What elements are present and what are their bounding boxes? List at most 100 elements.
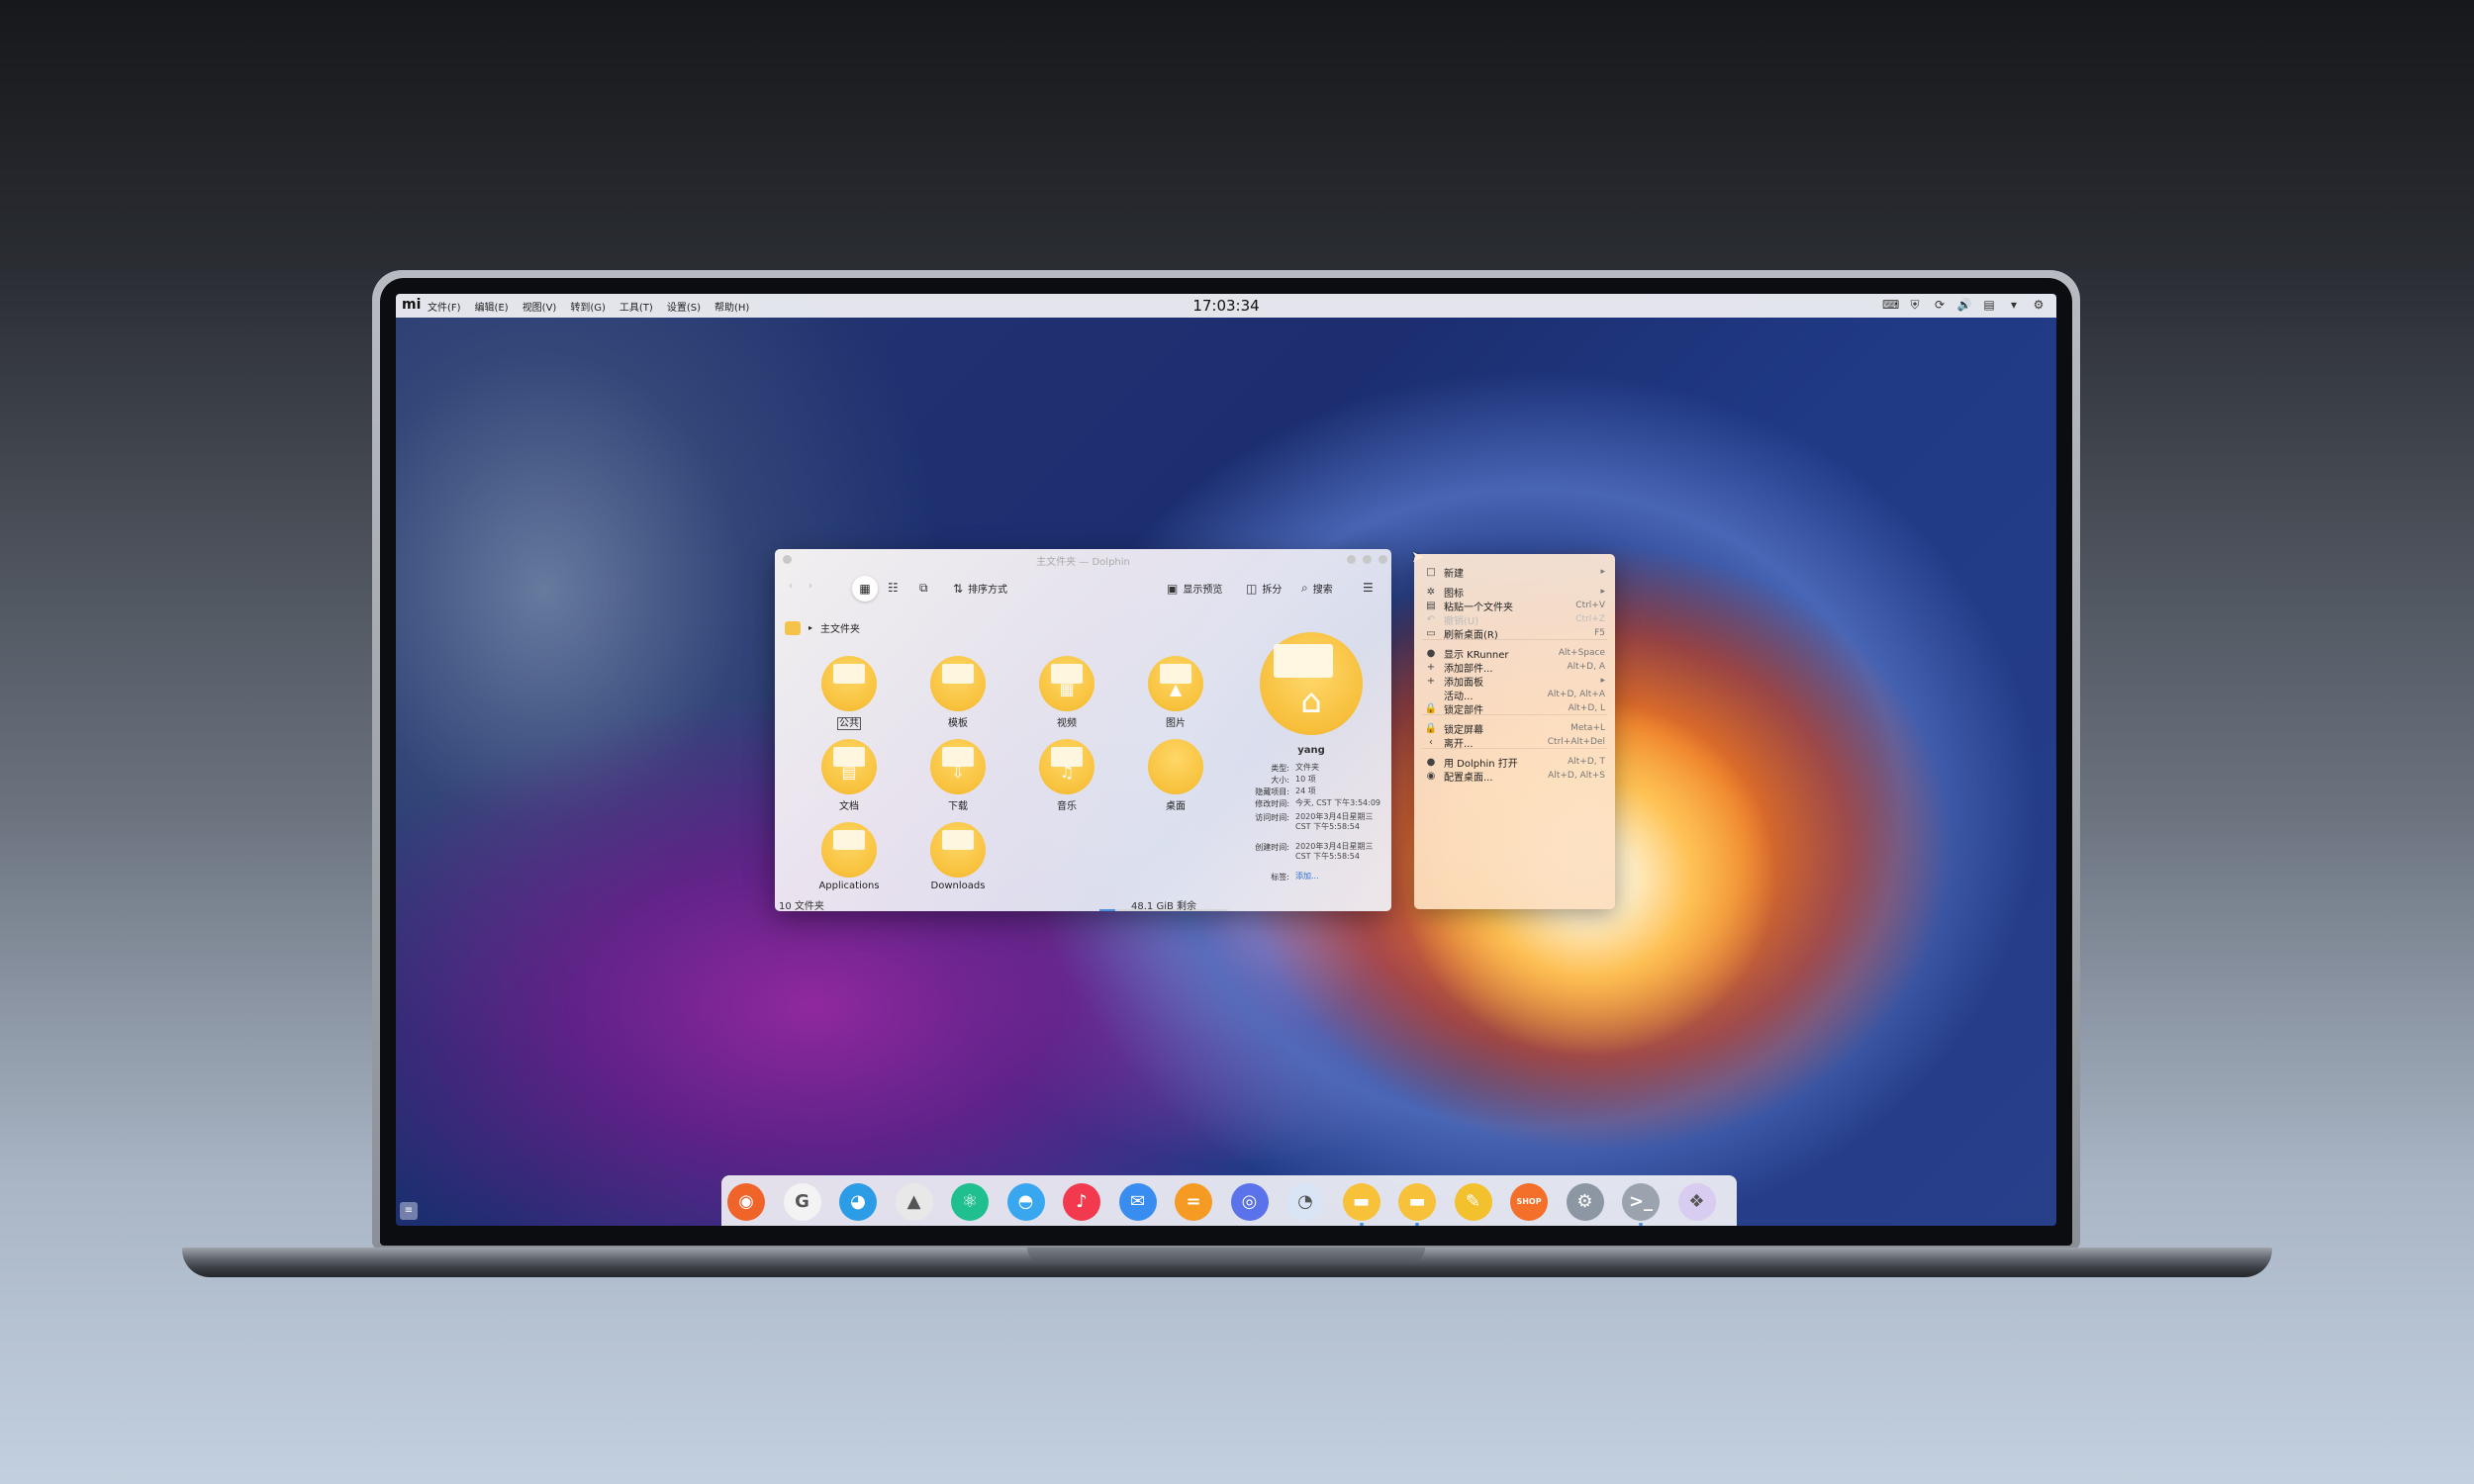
- downloads-folder-icon: ⇩: [930, 739, 986, 794]
- compact-view-icon[interactable]: ☷: [888, 581, 899, 595]
- info-row: 大小: 10 项: [1271, 775, 1316, 785]
- folder-item[interactable]: ♫ 音乐: [1022, 739, 1111, 812]
- folder-item[interactable]: 桌面: [1131, 739, 1220, 812]
- launcher-icon[interactable]: ❖: [1677, 1183, 1716, 1221]
- menu-settings[interactable]: 设置(S): [667, 299, 701, 314]
- info-row: 类型: 文件夹: [1271, 763, 1319, 773]
- split-button[interactable]: ◫ 拆分: [1246, 581, 1283, 597]
- breadcrumb-current[interactable]: 主文件夹: [820, 620, 860, 635]
- forward-icon[interactable]: ›: [809, 581, 812, 592]
- folder-item[interactable]: ▦ 视频: [1022, 656, 1111, 729]
- atom-icon[interactable]: ⚛: [951, 1183, 989, 1221]
- system-monitor-icon[interactable]: ◔: [1286, 1183, 1324, 1221]
- preview-label: 显示预览: [1183, 585, 1223, 596]
- menu-tools[interactable]: 工具(T): [619, 299, 653, 314]
- menu-edit[interactable]: 编辑(E): [475, 299, 509, 314]
- new-icon: □: [1426, 566, 1436, 578]
- status-bar: 10 文件夹 48.1 GiB 剩余: [775, 895, 1391, 911]
- folder-icon: [930, 822, 986, 878]
- info-row: 修改时间: 今天, CST 下午3:54:09: [1255, 798, 1381, 808]
- folder-item[interactable]: 模板: [913, 656, 1002, 729]
- video-folder-icon: ▦: [1039, 656, 1094, 711]
- folder-item[interactable]: 公共: [805, 656, 894, 730]
- running-indicator: [1639, 1223, 1643, 1226]
- item-count: 10 文件夹: [779, 901, 824, 911]
- menu-item-leave[interactable]: ‹ 离开... Ctrl+Alt+Del: [1414, 732, 1615, 752]
- clipboard-icon[interactable]: ▤: [1981, 298, 1997, 313]
- google-chrome-icon[interactable]: G: [783, 1183, 821, 1221]
- global-menu: 文件(F) 编辑(E) 视图(V) 转到(G) 工具(T) 设置(S) 帮助(H…: [428, 299, 749, 314]
- info-row: 隐藏项目: 24 项: [1255, 787, 1316, 796]
- folder-icon: [930, 656, 986, 711]
- folder-item[interactable]: Applications: [805, 822, 894, 891]
- folder-label: Applications: [818, 881, 880, 891]
- github-icon[interactable]: ◕: [839, 1183, 877, 1221]
- folder-item[interactable]: Downloads: [913, 822, 1002, 891]
- hamburger-menu-icon[interactable]: ☰: [1363, 581, 1374, 595]
- icons-view-button[interactable]: ▦: [852, 576, 878, 602]
- window-title: 主文件夹 — Dolphin: [1036, 557, 1130, 568]
- firefox-icon[interactable]: ◉: [727, 1183, 765, 1221]
- shop-icon[interactable]: SHOP: [1510, 1183, 1548, 1221]
- back-icon[interactable]: ‹: [789, 581, 793, 592]
- terminal-icon[interactable]: >_: [1622, 1183, 1660, 1221]
- network-icon[interactable]: ⟳: [1932, 298, 1948, 313]
- menu-item-shortcut: Alt+D, L: [1568, 703, 1605, 713]
- breadcrumb[interactable]: ▸ 主文件夹: [785, 620, 860, 635]
- maximize-button[interactable]: [1363, 555, 1372, 564]
- gear-icon[interactable]: ⚙: [2031, 298, 2046, 313]
- split-icon: ◫: [1246, 581, 1258, 596]
- menu-item-shortcut: Alt+D, Alt+S: [1548, 771, 1605, 781]
- mail-icon[interactable]: ✉: [1118, 1183, 1157, 1221]
- inkscape-icon[interactable]: ▲: [895, 1183, 933, 1221]
- minimize-button[interactable]: [1347, 555, 1356, 564]
- music-icon[interactable]: ♪: [1063, 1183, 1100, 1221]
- menu-go[interactable]: 转到(G): [570, 299, 606, 314]
- desktop-screen[interactable]: mi 文件(F) 编辑(E) 视图(V) 转到(G) 工具(T) 设置(S) 帮…: [396, 294, 2056, 1226]
- running-indicator: [1359, 1223, 1364, 1226]
- pictures-folder-icon: ▲: [1148, 656, 1203, 711]
- folder-icon[interactable]: ▬: [1342, 1183, 1380, 1221]
- home-folder-icon[interactable]: ▬: [1398, 1183, 1436, 1221]
- folder-item[interactable]: ▲ 图片: [1131, 656, 1220, 729]
- add-tag-link[interactable]: 添加...: [1295, 872, 1384, 882]
- desktop-toolbox-icon[interactable]: ≡: [400, 1202, 418, 1220]
- home-folder-icon: [785, 620, 801, 635]
- menu-item-label: 锁定部件: [1444, 704, 1483, 716]
- menu-item-refresh[interactable]: ▭ 刷新桌面(R) F5: [1414, 623, 1615, 643]
- split-label: 拆分: [1262, 585, 1283, 596]
- music-folder-icon: ♫: [1039, 739, 1094, 794]
- menu-file[interactable]: 文件(F): [428, 299, 461, 314]
- keyboard-icon[interactable]: ⌨: [1882, 298, 1899, 313]
- close-button[interactable]: [1379, 555, 1387, 564]
- shield-icon[interactable]: ⛨: [1907, 298, 1923, 313]
- tray-expand-icon[interactable]: ▾: [2006, 298, 2022, 313]
- menu-view[interactable]: 视图(V): [523, 299, 557, 314]
- settings-icon[interactable]: ⚙: [1566, 1183, 1604, 1221]
- image-icon: ▣: [1167, 581, 1179, 596]
- screenshot-icon[interactable]: ◎: [1230, 1183, 1269, 1221]
- home-folder-large-icon: ⌂: [1260, 632, 1363, 735]
- menu-item-lock-widgets[interactable]: 🔒 锁定部件 Alt+D, L: [1414, 698, 1615, 718]
- sort-icon: ⇅: [953, 581, 964, 596]
- menu-help[interactable]: 帮助(H): [714, 299, 749, 314]
- menu-item-new[interactable]: □ 新建 ▸: [1414, 562, 1615, 582]
- sort-button[interactable]: ⇅ 排序方式: [953, 581, 1007, 597]
- calculator-icon[interactable]: =: [1175, 1183, 1212, 1221]
- folder-item[interactable]: ▤ 文档: [805, 739, 894, 812]
- folder-label: 音乐: [1057, 801, 1077, 812]
- folder-item[interactable]: ⇩ 下载: [913, 739, 1002, 812]
- volume-icon[interactable]: 🔊: [1956, 298, 1972, 313]
- details-view-icon[interactable]: ⧉: [919, 581, 928, 596]
- running-indicator: [1415, 1223, 1419, 1226]
- menu-item-configure-desktop[interactable]: ◉ 配置桌面... Alt+D, Alt+S: [1414, 766, 1615, 786]
- notes-icon[interactable]: ✎: [1454, 1183, 1492, 1221]
- folder-icon: [821, 656, 877, 711]
- folder-label: 公共: [837, 717, 861, 730]
- window-titlebar[interactable]: 主文件夹 — Dolphin: [775, 549, 1391, 569]
- search-button[interactable]: ⌕ 搜索: [1301, 581, 1333, 596]
- mi-logo[interactable]: mi: [402, 297, 421, 313]
- menu-item-label: 离开...: [1444, 738, 1474, 750]
- preview-button[interactable]: ▣ 显示预览: [1167, 581, 1223, 597]
- qq-icon[interactable]: ◓: [1006, 1183, 1045, 1221]
